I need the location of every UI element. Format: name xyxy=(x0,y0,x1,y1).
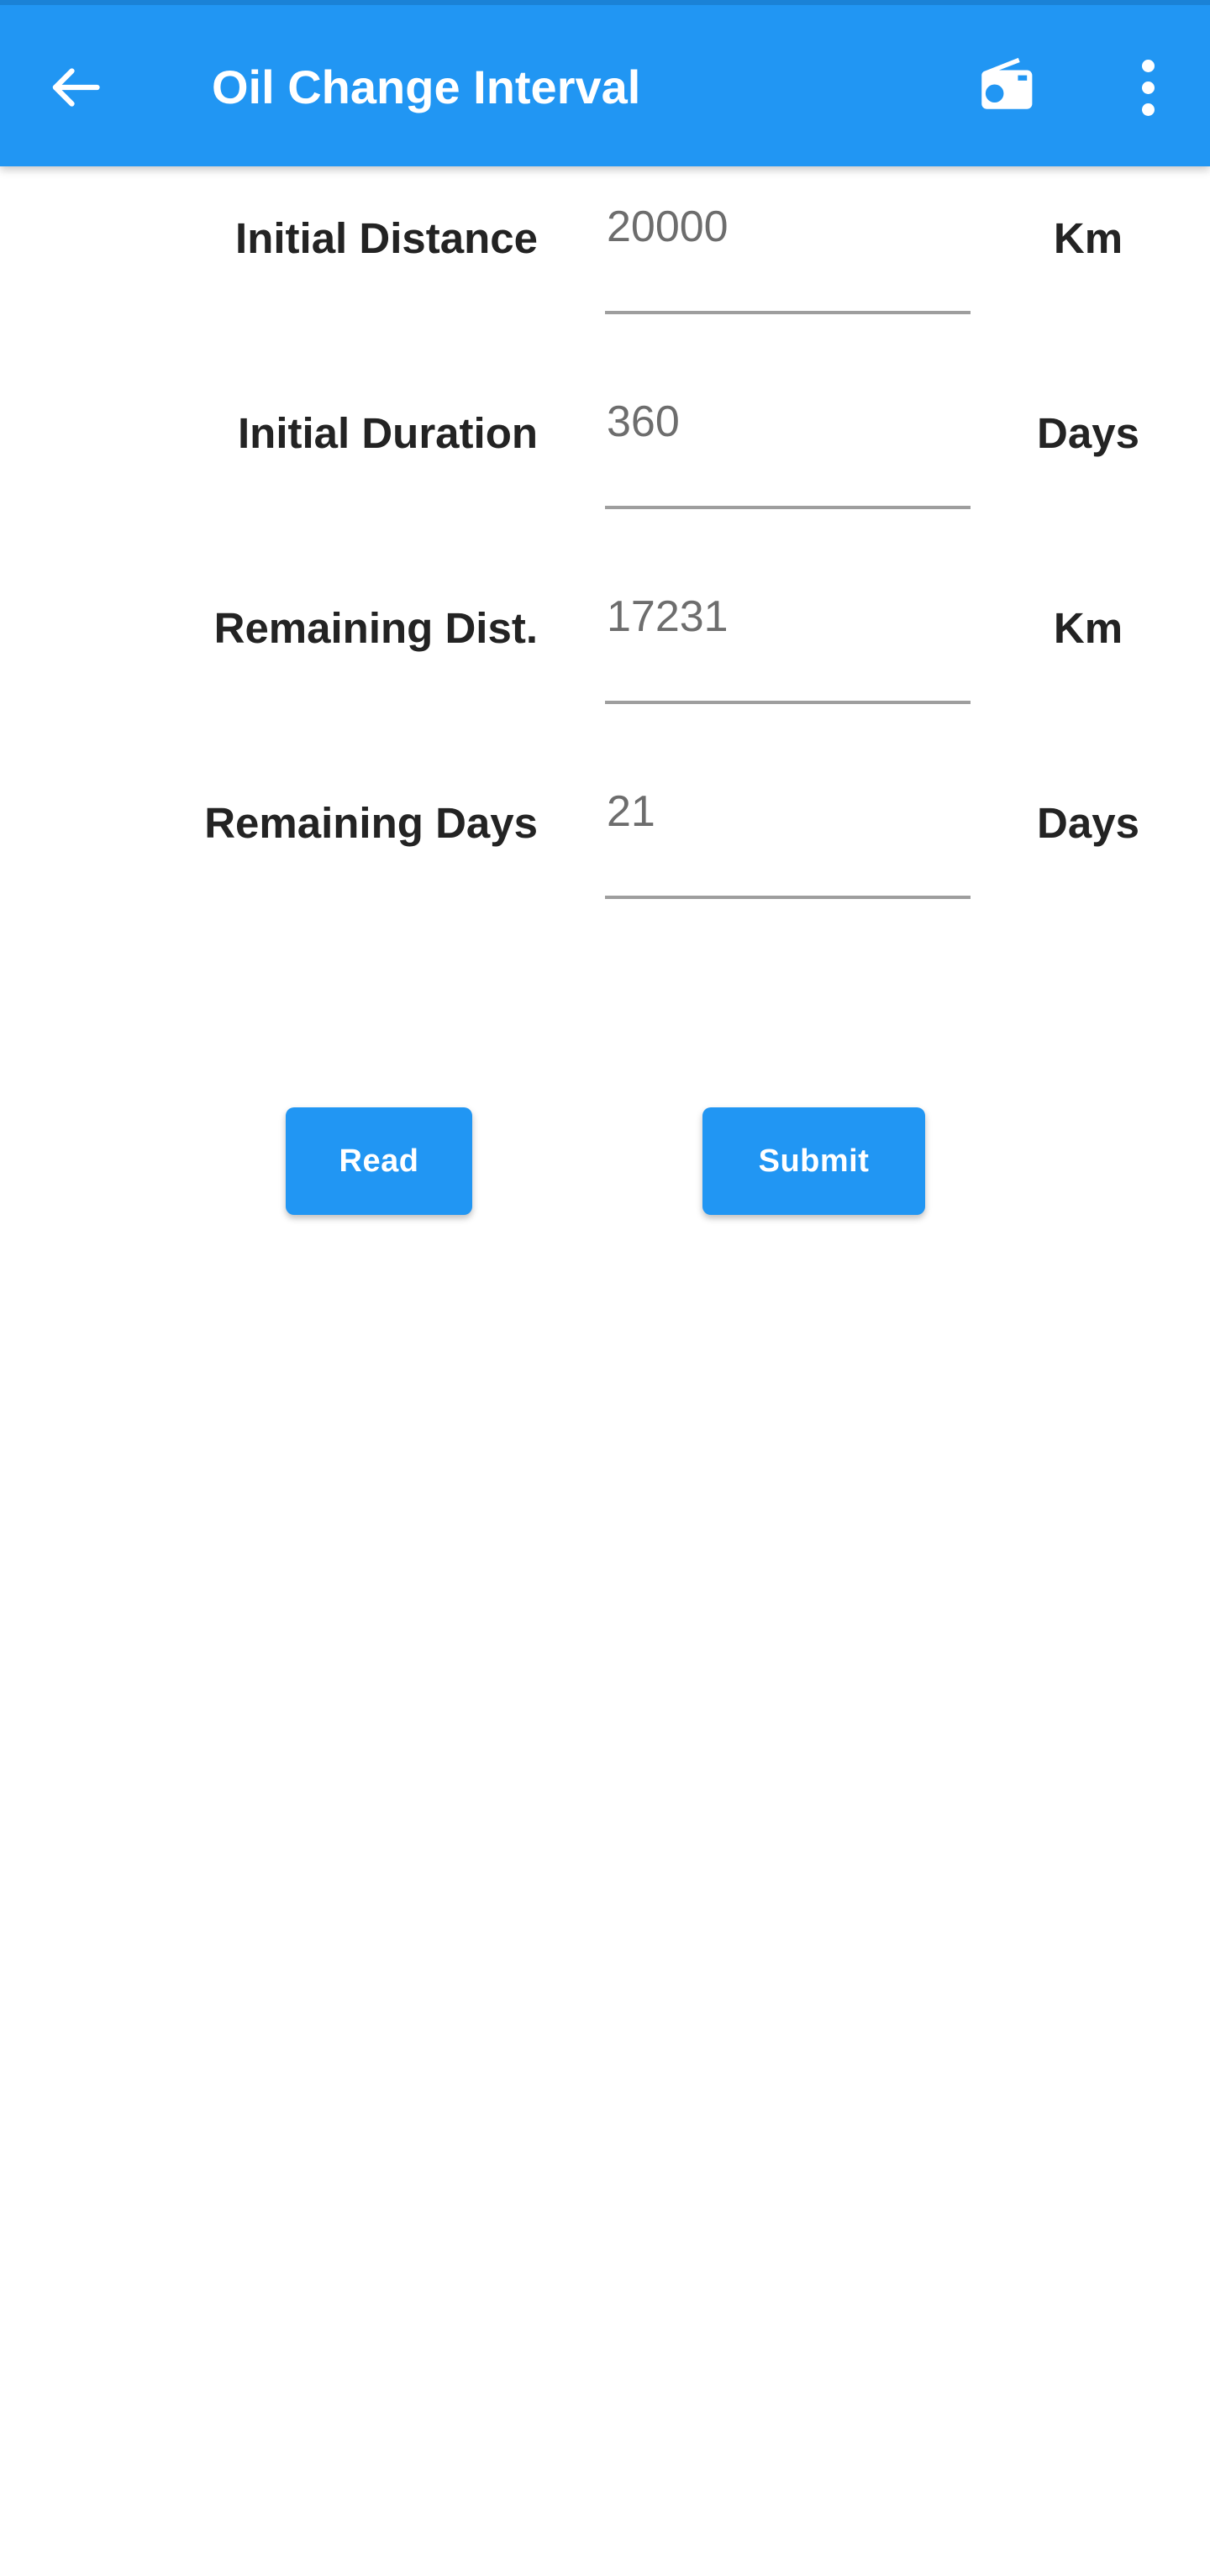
radio-icon xyxy=(974,55,1036,121)
label-initial-distance: Initial Distance xyxy=(235,214,538,262)
input-initial-distance[interactable] xyxy=(607,202,966,252)
field-remaining-days[interactable] xyxy=(605,781,971,899)
overflow-menu-button[interactable] xyxy=(1107,45,1188,129)
back-button[interactable] xyxy=(35,47,116,128)
form-row-remaining-days: Remaining Days Days xyxy=(0,751,1210,946)
label-remaining-distance: Remaining Dist. xyxy=(213,604,538,652)
label-initial-duration: Initial Duration xyxy=(238,409,538,457)
form-row-initial-distance: Initial Distance Km xyxy=(0,166,1210,361)
app-bar: Oil Change Interval xyxy=(0,0,1210,166)
more-vertical-icon xyxy=(1141,59,1155,72)
status-bar-strip xyxy=(0,0,1210,5)
field-initial-duration[interactable] xyxy=(605,392,971,509)
app-screen: Oil Change Interval Initial Distance Km … xyxy=(0,0,1210,2576)
submit-button[interactable]: Submit xyxy=(702,1107,925,1215)
form-row-remaining-distance: Remaining Dist. Km xyxy=(0,556,1210,751)
unit-initial-duration: Days xyxy=(1037,409,1139,457)
button-row: Read Submit xyxy=(0,1107,1210,1217)
unit-initial-distance: Km xyxy=(1053,214,1123,262)
field-initial-distance[interactable] xyxy=(605,197,971,314)
input-remaining-days[interactable] xyxy=(607,786,966,837)
page-title: Oil Change Interval xyxy=(212,60,641,113)
arrow-left-icon xyxy=(45,57,106,118)
field-remaining-distance[interactable] xyxy=(605,586,971,704)
more-vertical-icon-dot3 xyxy=(1141,103,1155,116)
label-remaining-days: Remaining Days xyxy=(204,799,538,847)
read-button[interactable]: Read xyxy=(286,1107,472,1215)
more-vertical-icon-dot2 xyxy=(1141,81,1155,94)
unit-remaining-distance: Km xyxy=(1053,604,1123,652)
form-container: Initial Distance Km Initial Duration Day… xyxy=(0,166,1210,946)
radio-button[interactable] xyxy=(963,45,1047,129)
input-remaining-distance[interactable] xyxy=(607,591,966,642)
unit-remaining-days: Days xyxy=(1037,799,1139,847)
input-initial-duration[interactable] xyxy=(607,397,966,447)
form-row-initial-duration: Initial Duration Days xyxy=(0,361,1210,556)
